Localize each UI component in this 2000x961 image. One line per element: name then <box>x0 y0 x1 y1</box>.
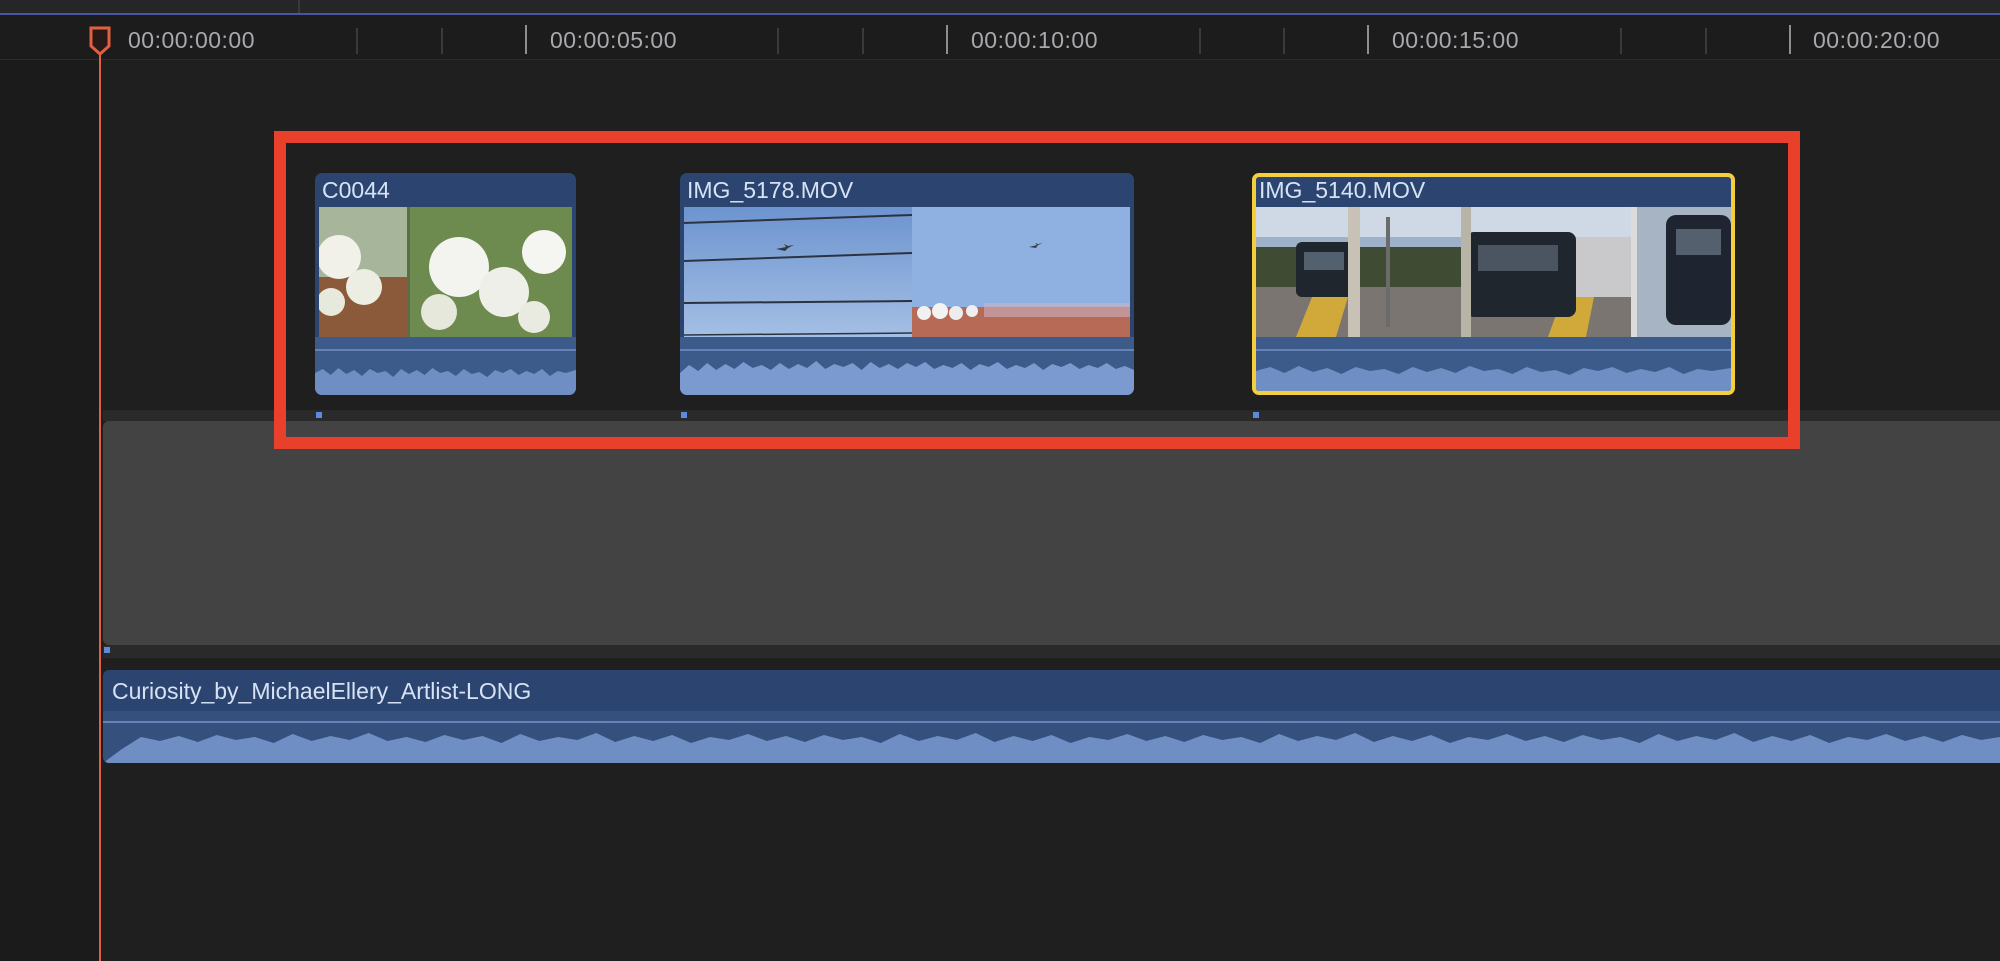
ruler-tick <box>777 28 779 54</box>
connection-marker <box>104 647 110 653</box>
clip-label: Curiosity_by_MichaelEllery_Artlist-LONG <box>112 678 532 704</box>
ruler-tick <box>946 25 948 54</box>
ruler-tick <box>441 28 443 54</box>
top-bar-divider <box>298 0 300 13</box>
ruler-tick <box>1367 25 1369 54</box>
ruler-timecode: 00:00:20:00 <box>1813 27 1941 53</box>
ruler-tick <box>1620 28 1622 54</box>
ruler-timecode: 00:00:00:00 <box>128 27 256 53</box>
audio-waveform <box>103 711 2000 763</box>
playhead-handle-icon[interactable] <box>89 26 111 56</box>
ruler-tick <box>1789 25 1791 54</box>
playhead-line[interactable] <box>99 38 101 961</box>
ruler-tick <box>1283 28 1285 54</box>
ruler-tick <box>356 28 358 54</box>
storyline-bottom-strip <box>103 645 2000 658</box>
timeline-left-gutter <box>0 60 100 961</box>
ruler-timecode: 00:00:15:00 <box>1392 27 1520 53</box>
ruler-divider <box>0 59 2000 60</box>
ruler-tick <box>525 25 527 54</box>
ruler-timecode: 00:00:05:00 <box>550 27 678 53</box>
primary-storyline[interactable] <box>103 421 2000 645</box>
ruler-tick <box>1705 28 1707 54</box>
ruler-timecode: 00:00:10:00 <box>971 27 1099 53</box>
ruler-tick <box>1199 28 1201 54</box>
timeline-top-bar <box>0 0 2000 13</box>
audio-clip-music[interactable]: Curiosity_by_MichaelEllery_Artlist-LONG <box>103 670 2000 763</box>
ruler-tick <box>862 28 864 54</box>
highlight-box <box>274 131 1800 449</box>
